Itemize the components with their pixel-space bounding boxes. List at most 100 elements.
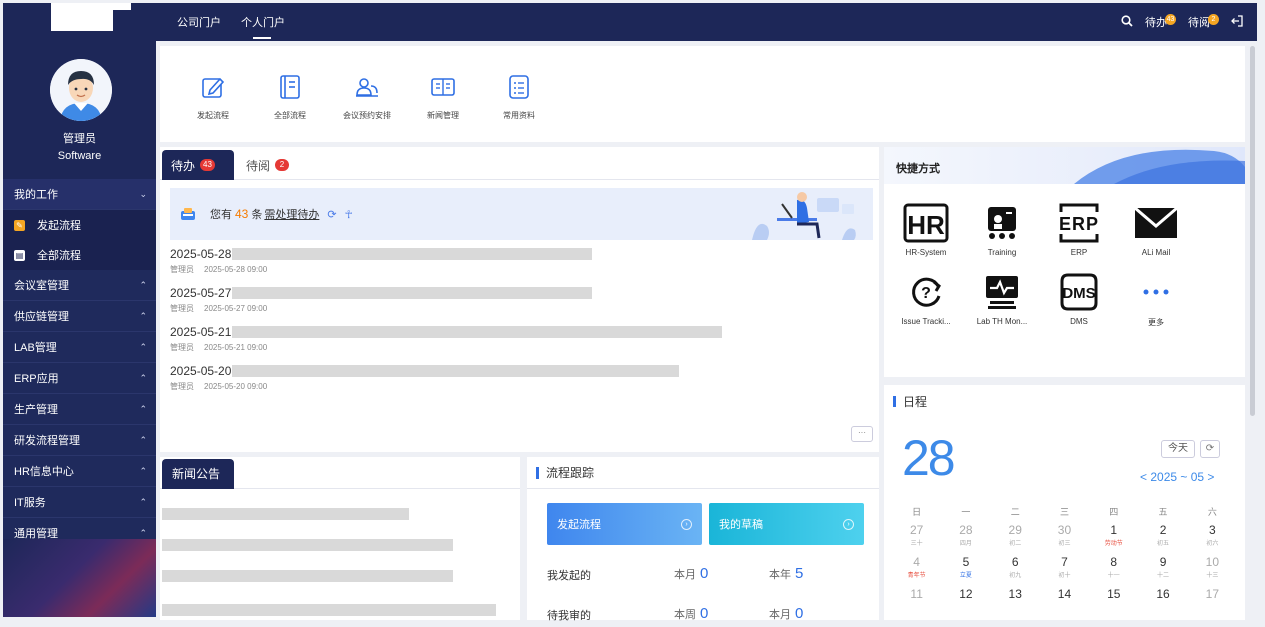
refresh-icon[interactable]: ⟳ [1200,440,1220,458]
pending-todo-link[interactable]: 需处理待办 [264,206,319,222]
my-drafts-button[interactable]: 我的草稿 › [709,503,864,545]
start-process-button[interactable]: 发起流程 › [547,503,702,545]
calendar-day[interactable]: 16 [1138,587,1187,619]
quick-app-label: 新闻管理 [427,111,459,120]
user-icon[interactable]: ☥ [345,208,353,221]
today-button[interactable]: 今天 [1161,440,1195,458]
calendar-day[interactable]: 6 初九 [991,555,1040,587]
month-switcher[interactable]: < 2025 ~ 05 > [1140,470,1214,484]
lunar-label: 四月 [959,541,972,547]
calendar-day[interactable]: 15 [1089,587,1138,619]
chevron-up-icon: ⌃ [139,465,147,476]
calendar-day[interactable]: 27 三十 [892,523,941,555]
menu-group-rnd[interactable]: 研发流程管理 ⌃ [3,425,156,456]
calendar-day[interactable]: 1 劳动节 [1089,523,1138,555]
news-item[interactable] [162,508,409,520]
calendar-day[interactable]: 11 [892,587,941,619]
news-item[interactable] [162,570,453,582]
news-item[interactable] [162,539,453,551]
list-item[interactable]: 2025-05-20 管理员 2025-05-20 09:00 [170,364,870,403]
shortcut-lab-monitor[interactable]: Lab TH Mon... [962,270,1042,326]
tab-read[interactable]: 待阅 2 [246,150,290,180]
tab-todo[interactable]: 待办 43 [162,150,234,180]
news-title[interactable]: 新闻公告 [162,459,234,489]
todo-author: 管理员 [170,304,194,313]
avatar[interactable] [50,59,112,121]
menu-group-lab[interactable]: LAB管理 ⌃ [3,332,156,363]
calendar-day[interactable]: 4 青年节 [892,555,941,587]
chevron-up-icon: ⌃ [139,310,147,321]
lunar-label: 初六 [1206,541,1219,547]
day-number: 6 [1011,555,1019,569]
company-logo[interactable] [51,3,113,31]
stat-value[interactable]: 0 [795,605,803,622]
logout-icon[interactable] [1231,14,1243,30]
calendar-day[interactable]: 30 初三 [1040,523,1089,555]
sidebar-item-start-process[interactable]: ✎ 发起流程 [3,210,156,240]
quick-app-start-process[interactable]: 发起流程 [183,74,243,121]
sidebar-decoration [3,539,156,617]
calendar-day[interactable]: 5 立夏 [941,555,990,587]
calendar-day[interactable]: 10 十三 [1188,555,1237,587]
calendar-day[interactable]: 13 [991,587,1040,619]
sidebar-item-all-process[interactable]: ▤ 全部流程 [3,240,156,270]
nav-company-portal[interactable]: 公司门户 [177,14,221,30]
quick-app-docs[interactable]: 常用资料 [489,74,549,121]
shortcut-more[interactable]: 更多 [1116,270,1196,328]
shortcut-dms[interactable]: DMS DMS [1039,270,1119,326]
list-item[interactable]: 2025-05-28 管理员 2025-05-28 09:00 [170,247,870,286]
quick-app-all-process[interactable]: 全部流程 [260,74,320,121]
menu-group-it[interactable]: IT服务 ⌃ [3,487,156,518]
shortcut-label: DMS [1070,317,1088,326]
page-scrollbar[interactable] [1250,46,1255,416]
menu-group-meeting[interactable]: 会议室管理 ⌃ [3,270,156,301]
logo-strip [113,3,131,10]
refresh-icon[interactable]: ⟳ [327,208,336,221]
menu-group-my-work[interactable]: 我的工作 ⌄ [3,179,156,210]
calendar-day[interactable]: 17 [1188,587,1237,619]
weekday: 五 [1158,507,1168,517]
shortcut-training[interactable]: Training [962,201,1042,257]
read-link[interactable]: 待阅 2 [1188,14,1219,30]
quick-app-meeting[interactable]: 会议预约安排 [337,74,397,121]
dms-icon: DMS [1060,273,1098,311]
shortcut-issue-tracking[interactable]: ? Issue Tracki... [886,270,966,326]
calendar-day[interactable]: 14 [1040,587,1089,619]
shortcut-ali-mail[interactable]: ALi Mail [1116,201,1196,257]
calendar-day[interactable]: 29 初二 [991,523,1040,555]
nav-personal-portal[interactable]: 个人门户 [241,14,285,39]
more-button[interactable]: ··· [851,426,873,442]
stat-value[interactable]: 5 [795,565,803,582]
calendar-day[interactable]: 2 初五 [1138,523,1187,555]
lunar-label: 初十 [1058,573,1071,579]
quick-app-news[interactable]: 新闻管理 [413,74,473,121]
weekday: 四 [1109,507,1119,517]
calendar-day[interactable]: 7 初十 [1040,555,1089,587]
calendar-day[interactable]: 9 十二 [1138,555,1187,587]
stat-value[interactable]: 0 [700,565,708,582]
search-icon[interactable] [1121,14,1133,30]
list-item[interactable]: 2025-05-27 管理员 2025-05-27 09:00 [170,286,870,325]
menu-group-hr[interactable]: HR信息中心 ⌃ [3,456,156,487]
calendar-day[interactable]: 12 [941,587,990,619]
shortcut-erp[interactable]: ERP ERP [1039,201,1119,257]
svg-text:DMS: DMS [1062,285,1095,302]
menu-group-erp[interactable]: ERP应用 ⌃ [3,363,156,394]
question-icon: ? [912,277,941,307]
todo-link[interactable]: 待办43 [1145,14,1176,30]
stat-value[interactable]: 0 [700,605,708,622]
shortcut-hr-system[interactable]: HR HR-System [886,201,966,257]
svg-text:?: ? [921,285,931,302]
stat-row-initiated[interactable]: 我发起的 本月 0 本年 5 [547,563,867,583]
list-item[interactable]: 2025-05-21 管理员 2025-05-21 09:00 [170,325,870,364]
news-item[interactable] [162,604,496,616]
calendar-day[interactable]: 8 十一 [1089,555,1138,587]
calendar-day[interactable]: 28 四月 [941,523,990,555]
file-icon [509,75,529,99]
stat-row-pending-review[interactable]: 待我审的 本周 0 本月 0 [547,603,867,623]
menu-group-production[interactable]: 生产管理 ⌃ [3,394,156,425]
calendar-day[interactable]: 3 初六 [1188,523,1237,555]
user-name: 管理员 [63,133,96,145]
shortcuts-title: 快捷方式 [896,163,940,175]
menu-group-supply-chain[interactable]: 供应链管理 ⌃ [3,301,156,332]
